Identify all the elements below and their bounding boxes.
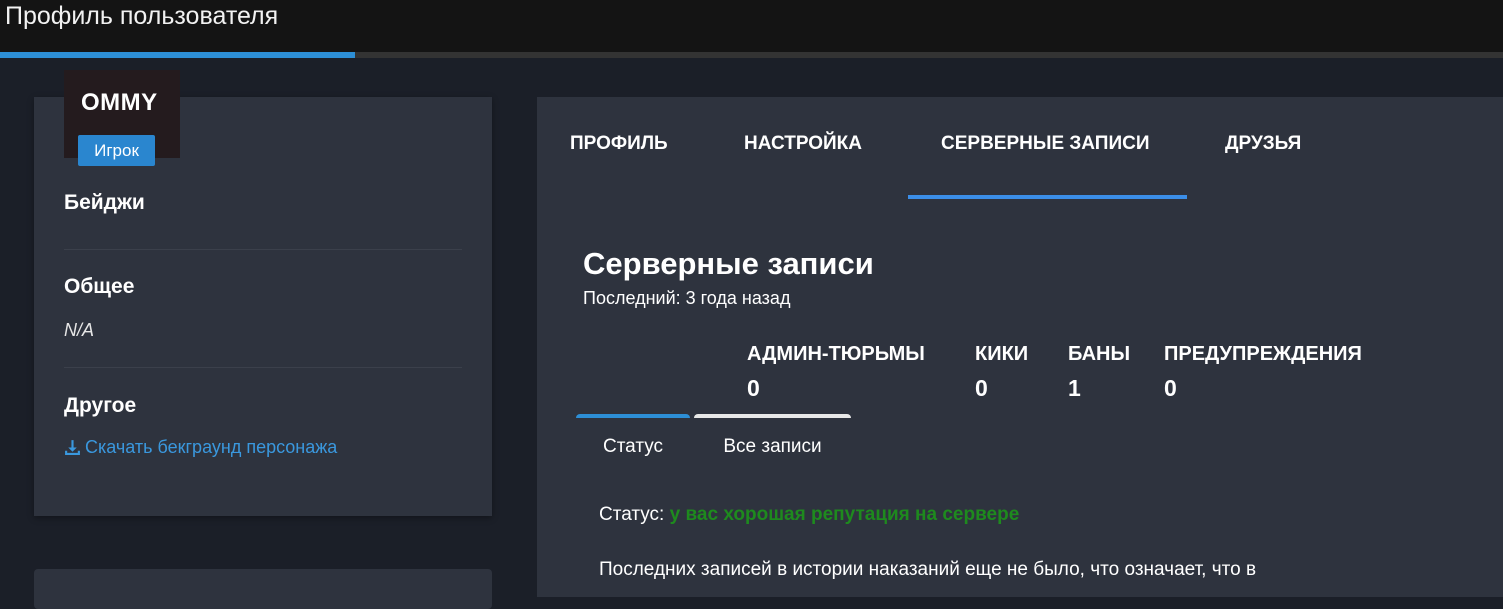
progress-bar-fill	[0, 52, 355, 58]
username: OMMY	[81, 89, 158, 116]
stat-label-bans: БАНЫ	[1068, 343, 1131, 365]
tab-settings[interactable]: НАСТРОЙКА	[744, 133, 862, 155]
stat-value-warnings: 0	[1164, 375, 1177, 401]
tab-server-records[interactable]: СЕРВЕРНЫЕ ЗАПИСИ	[941, 133, 1149, 155]
role-badge: Игрок	[78, 135, 155, 166]
records-title: Серверные записи	[583, 246, 874, 281]
history-text: Последних записей в истории наказаний ещ…	[599, 559, 1257, 580]
active-tab-indicator	[908, 195, 1187, 199]
general-value: N/A	[64, 320, 95, 340]
download-link-label: Скачать бекграунд персонажа	[85, 437, 338, 457]
badges-heading: Бейджи	[64, 191, 145, 214]
download-background-link[interactable]: Скачать бекграунд персонажа	[64, 437, 337, 458]
records-last: Последний: 3 года назад	[583, 288, 791, 308]
status-value: у вас хорошая репутация на сервере	[669, 504, 1020, 525]
subtab-status[interactable]: Статус	[576, 414, 690, 474]
tab-friends[interactable]: ДРУЗЬЯ	[1225, 133, 1301, 155]
stat-label-warnings: ПРЕДУПРЕЖДЕНИЯ	[1164, 343, 1362, 365]
general-heading: Общее	[64, 275, 135, 298]
progress-bar	[0, 52, 1503, 58]
divider	[64, 367, 462, 368]
status-label: Статус:	[599, 504, 665, 525]
secondary-card	[34, 569, 492, 609]
stat-label-kicks: КИКИ	[975, 343, 1029, 365]
stat-value-admin-jail: 0	[747, 375, 760, 401]
subtab-all-records[interactable]: Все записи	[694, 414, 851, 474]
stat-value-kicks: 0	[975, 375, 988, 401]
top-bar: Профиль пользователя	[0, 0, 1503, 58]
other-heading: Другое	[64, 394, 137, 417]
tab-profile[interactable]: ПРОФИЛЬ	[570, 133, 668, 155]
divider	[64, 249, 462, 250]
download-icon	[64, 439, 81, 456]
stat-value-bans: 1	[1068, 375, 1081, 401]
status-line: Статус: у вас хорошая репутация на серве…	[599, 504, 1019, 526]
page-title: Профиль пользователя	[5, 2, 279, 30]
subtab-status-label: Статус	[602, 436, 664, 457]
stat-label-admin-jail: АДМИН-ТЮРЬМЫ	[747, 343, 925, 365]
subtab-all-records-label: Все записи	[723, 436, 822, 457]
